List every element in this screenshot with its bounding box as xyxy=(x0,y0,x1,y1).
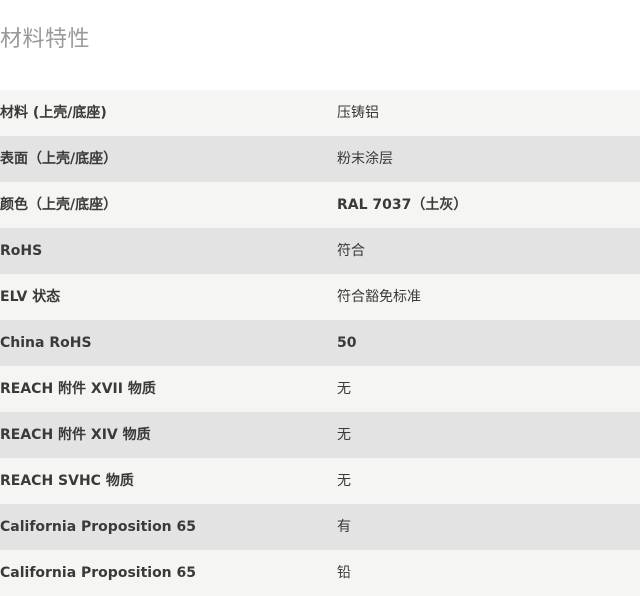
row-value: 无 xyxy=(337,381,351,397)
table-row: ELV 状态 符合豁免标准 xyxy=(0,274,640,320)
table-row: 表面（上壳/底座） 粉末涂层 xyxy=(0,136,640,182)
table-row: 材料 (上壳/底座) 压铸铝 xyxy=(0,90,640,136)
row-label: ELV 状态 xyxy=(0,289,61,305)
table-row: California Proposition 65 铅 xyxy=(0,550,640,596)
row-value: 无 xyxy=(337,473,351,489)
row-value: 符合 xyxy=(337,243,365,259)
table-row: RoHS 符合 xyxy=(0,228,640,274)
material-properties-table: 材料 (上壳/底座) 压铸铝 表面（上壳/底座） 粉末涂层 颜色（上壳/底座） … xyxy=(0,90,640,596)
table-row: REACH SVHC 物质 无 xyxy=(0,458,640,504)
row-label: REACH 附件 XVII 物质 xyxy=(0,381,156,397)
row-value: 有 xyxy=(337,519,351,535)
row-value: 符合豁免标准 xyxy=(337,289,421,305)
row-value: RAL 7037（土灰） xyxy=(337,197,468,213)
table-row: REACH 附件 XVII 物质 无 xyxy=(0,366,640,412)
row-label: 颜色（上壳/底座） xyxy=(0,197,118,213)
row-value: 铅 xyxy=(337,565,351,581)
table-row: 颜色（上壳/底座） RAL 7037（土灰） xyxy=(0,182,640,228)
row-label: RoHS xyxy=(0,243,43,259)
row-label: REACH 附件 XIV 物质 xyxy=(0,427,151,443)
row-label: 材料 (上壳/底座) xyxy=(0,105,107,121)
table-row: China RoHS 50 xyxy=(0,320,640,366)
row-label: China RoHS xyxy=(0,335,92,351)
row-value: 压铸铝 xyxy=(337,105,379,121)
table-row: REACH 附件 XIV 物质 无 xyxy=(0,412,640,458)
row-label: California Proposition 65 xyxy=(0,519,197,535)
row-value: 50 xyxy=(337,335,357,351)
row-value: 粉末涂层 xyxy=(337,151,393,167)
section-title: 材料特性 xyxy=(0,27,91,52)
row-label: 表面（上壳/底座） xyxy=(0,151,118,167)
row-label: REACH SVHC 物质 xyxy=(0,473,134,489)
row-value: 无 xyxy=(337,427,351,443)
row-label: California Proposition 65 xyxy=(0,565,197,581)
table-row: California Proposition 65 有 xyxy=(0,504,640,550)
